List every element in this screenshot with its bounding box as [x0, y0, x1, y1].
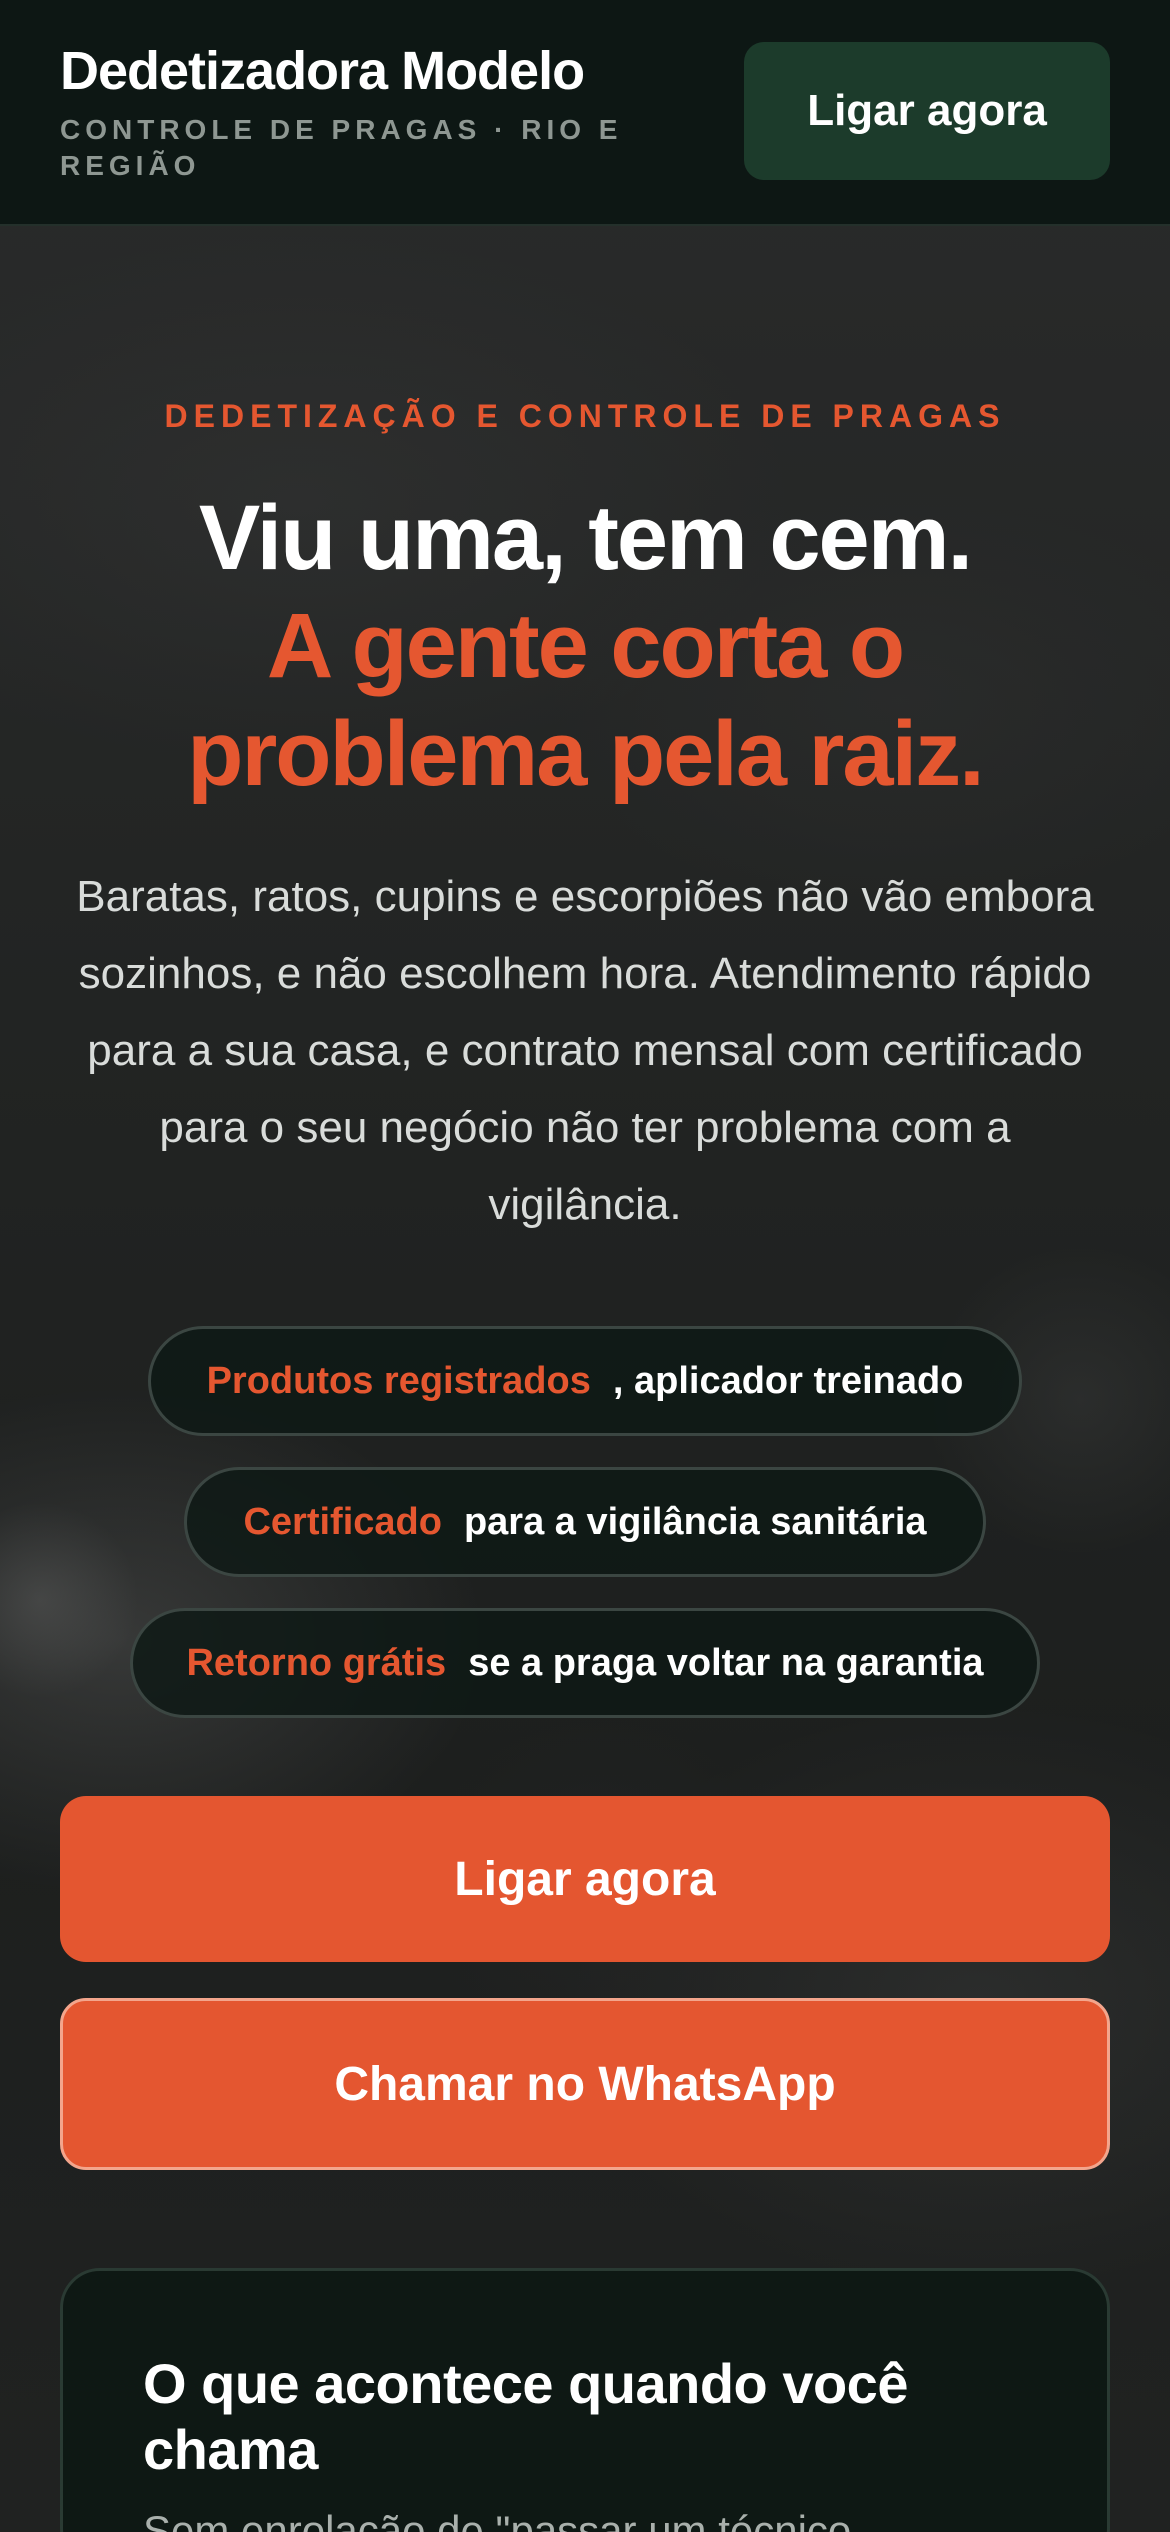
- landing-page: Dedetizadora Modelo CONTROLE DE PRAGAS ·…: [0, 0, 1170, 2532]
- headline-line-2: A gente corta o problema pela raiz.: [187, 595, 984, 805]
- hero-headline: Viu uma, tem cem. A gente corta o proble…: [60, 484, 1110, 808]
- badge-registered-products: Produtos registrados , aplicador treinad…: [148, 1326, 1022, 1436]
- header-call-button[interactable]: Ligar agora: [744, 42, 1110, 180]
- brand-tagline: CONTROLE DE PRAGAS · RIO E REGIÃO: [60, 114, 623, 181]
- badge-highlight: Produtos registrados: [206, 1359, 591, 1402]
- badge-highlight: Retorno grátis: [186, 1641, 447, 1684]
- badge-highlight: Certificado: [243, 1500, 442, 1543]
- badge-text: , aplicador treinado: [612, 1359, 964, 1402]
- site-header: Dedetizadora Modelo CONTROLE DE PRAGAS ·…: [0, 0, 1170, 226]
- badge-free-return: Retorno grátis se a praga voltar na gara…: [130, 1608, 1040, 1718]
- call-now-button[interactable]: Ligar agora: [60, 1796, 1110, 1962]
- badge-text: para a vigilância sanitária: [463, 1500, 927, 1543]
- process-card: O que acontece quando você chama Sem enr…: [60, 2268, 1110, 2532]
- whatsapp-button[interactable]: Chamar no WhatsApp: [60, 1998, 1110, 2170]
- process-card-text: Sem enrolação de "passar um técnico: [143, 2507, 852, 2532]
- headline-line-1: Viu uma, tem cem.: [198, 487, 973, 589]
- process-card-title: O que acontece quando você chama: [143, 2352, 908, 2481]
- badge-text: se a praga voltar na garantia: [468, 1641, 984, 1684]
- hero-description: Baratas, ratos, cupins e escorpiões não …: [76, 872, 1094, 1229]
- badge-certificate: Certificado para a vigilância sanitária: [184, 1467, 986, 1577]
- hero-eyebrow: DEDETIZAÇÃO E CONTROLE DE PRAGAS: [164, 398, 1006, 434]
- brand-name: Dedetizadora Modelo: [60, 41, 585, 101]
